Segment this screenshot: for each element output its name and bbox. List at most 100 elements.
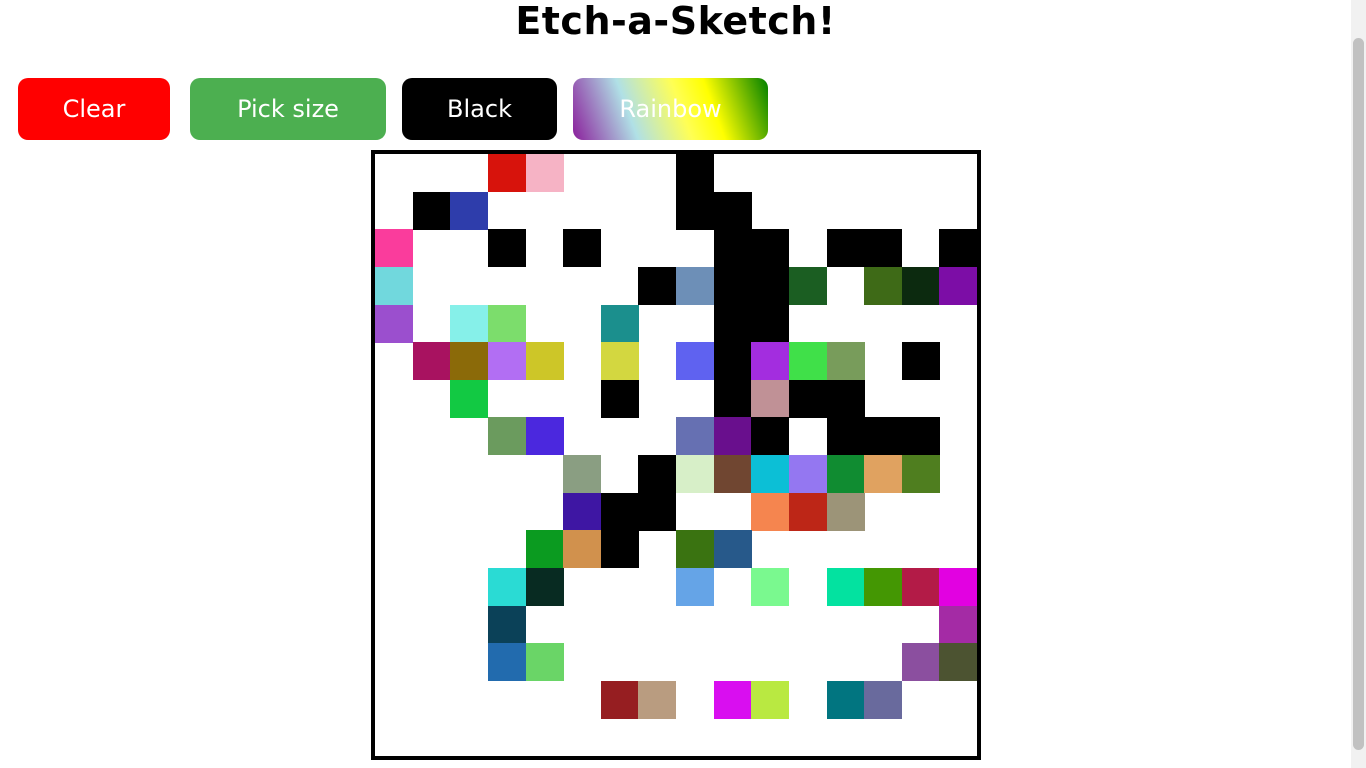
grid-cell[interactable] xyxy=(789,154,827,192)
grid-cell[interactable] xyxy=(789,417,827,455)
grid-cell[interactable] xyxy=(676,493,714,531)
grid-cell[interactable] xyxy=(450,530,488,568)
grid-cell[interactable] xyxy=(450,493,488,531)
grid-cell[interactable] xyxy=(902,530,940,568)
grid-cell[interactable] xyxy=(751,455,790,493)
grid-cell[interactable] xyxy=(375,643,413,681)
grid-cell[interactable] xyxy=(827,643,865,681)
grid-cell[interactable] xyxy=(450,718,488,756)
grid-cell[interactable] xyxy=(751,567,790,606)
grid-cell[interactable] xyxy=(789,606,827,644)
grid-cell[interactable] xyxy=(563,267,601,305)
grid-cell[interactable] xyxy=(375,304,413,343)
grid-cell[interactable] xyxy=(600,342,639,381)
grid-cell[interactable] xyxy=(525,342,564,381)
grid-cell[interactable] xyxy=(638,192,676,230)
grid-cell[interactable] xyxy=(638,417,676,455)
grid-cell[interactable] xyxy=(601,229,639,267)
grid-cell[interactable] xyxy=(939,643,978,682)
grid-cell[interactable] xyxy=(902,681,940,719)
grid-cell[interactable] xyxy=(450,304,489,343)
grid-cell[interactable] xyxy=(638,266,677,305)
grid-cell[interactable] xyxy=(413,606,451,644)
grid-cell[interactable] xyxy=(450,455,488,493)
grid-cell[interactable] xyxy=(600,530,639,569)
grid-cell[interactable] xyxy=(827,606,865,644)
grid-cell[interactable] xyxy=(526,192,564,230)
grid-cell[interactable] xyxy=(450,379,489,418)
grid-cell[interactable] xyxy=(413,718,451,756)
grid-cell[interactable] xyxy=(789,229,827,267)
grid-cell[interactable] xyxy=(789,530,827,568)
grid-cell[interactable] xyxy=(601,718,639,756)
grid-cell[interactable] xyxy=(450,606,488,644)
grid-cell[interactable] xyxy=(751,342,790,381)
grid-cell[interactable] xyxy=(450,568,488,606)
grid-cell[interactable] xyxy=(676,455,714,493)
grid-cell[interactable] xyxy=(375,681,413,719)
grid-cell[interactable] xyxy=(751,492,790,531)
grid-cell[interactable] xyxy=(826,492,865,531)
grid-cell[interactable] xyxy=(526,455,564,493)
grid-cell[interactable] xyxy=(638,643,676,681)
grid-cell[interactable] xyxy=(901,266,940,305)
grid-cell[interactable] xyxy=(713,530,752,569)
pick-size-button[interactable]: Pick size xyxy=(190,78,386,140)
grid-cell[interactable] xyxy=(413,568,451,606)
grid-cell[interactable] xyxy=(563,455,602,493)
grid-cell[interactable] xyxy=(413,493,451,531)
grid-cell[interactable] xyxy=(450,191,489,230)
grid-cell[interactable] xyxy=(638,342,676,380)
grid-cell[interactable] xyxy=(488,455,526,493)
grid-cell[interactable] xyxy=(789,192,827,230)
grid-cell[interactable] xyxy=(864,455,903,493)
grid-cell[interactable] xyxy=(864,266,903,305)
grid-cell[interactable] xyxy=(789,305,827,343)
grid-cell[interactable] xyxy=(638,492,677,531)
grid-cell[interactable] xyxy=(413,305,451,343)
grid-cell[interactable] xyxy=(412,342,451,381)
grid-cell[interactable] xyxy=(676,681,714,719)
grid-cell[interactable] xyxy=(788,455,827,493)
grid-cell[interactable] xyxy=(826,379,865,418)
grid-cell[interactable] xyxy=(939,192,977,230)
grid-cell[interactable] xyxy=(864,380,902,418)
grid-cell[interactable] xyxy=(563,154,601,192)
grid-cell[interactable] xyxy=(714,154,752,192)
grid-cell[interactable] xyxy=(488,493,526,531)
grid-cell[interactable] xyxy=(488,192,526,230)
grid-cell[interactable] xyxy=(638,229,676,267)
grid-cell[interactable] xyxy=(864,229,903,268)
grid-cell[interactable] xyxy=(525,154,564,192)
grid-cell[interactable] xyxy=(714,493,752,531)
grid-cell[interactable] xyxy=(713,304,752,343)
grid-cell[interactable] xyxy=(526,493,564,531)
grid-cell[interactable] xyxy=(676,606,714,644)
grid-cell[interactable] xyxy=(601,643,639,681)
grid-cell[interactable] xyxy=(601,606,639,644)
grid-cell[interactable] xyxy=(413,455,451,493)
grid-cell[interactable] xyxy=(676,718,714,756)
grid-cell[interactable] xyxy=(902,154,940,192)
grid-cell[interactable] xyxy=(676,191,714,230)
grid-cell[interactable] xyxy=(375,380,413,418)
grid-cell[interactable] xyxy=(902,718,940,756)
grid-cell[interactable] xyxy=(902,192,940,230)
grid-cell[interactable] xyxy=(713,455,752,493)
grid-cell[interactable] xyxy=(601,455,639,493)
grid-cell[interactable] xyxy=(826,567,865,606)
grid-cell[interactable] xyxy=(450,342,489,381)
grid-cell[interactable] xyxy=(412,191,451,230)
grid-cell[interactable] xyxy=(864,718,902,756)
clear-button[interactable]: Clear xyxy=(18,78,170,140)
grid-cell[interactable] xyxy=(375,606,413,644)
grid-cell[interactable] xyxy=(487,154,526,192)
grid-cell[interactable] xyxy=(751,606,789,644)
grid-cell[interactable] xyxy=(563,229,602,268)
grid-cell[interactable] xyxy=(676,417,714,456)
grid-cell[interactable] xyxy=(488,530,526,568)
grid-cell[interactable] xyxy=(487,342,526,381)
grid-cell[interactable] xyxy=(714,606,752,644)
grid-cell[interactable] xyxy=(601,192,639,230)
grid-cell[interactable] xyxy=(487,229,526,268)
